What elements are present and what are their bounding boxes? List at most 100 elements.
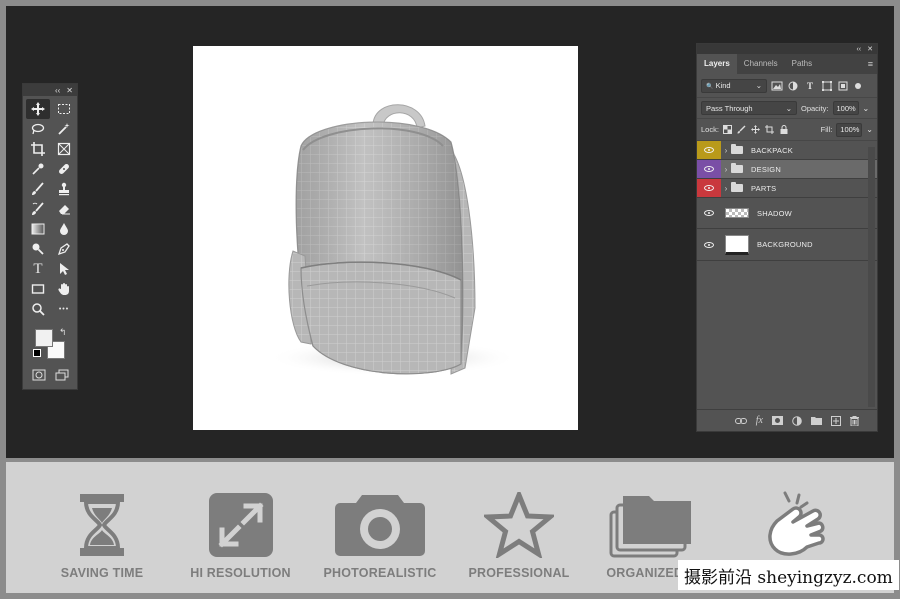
visibility-toggle[interactable] xyxy=(697,179,721,197)
type-filter-icon[interactable]: T xyxy=(803,80,817,92)
marquee-tool[interactable] xyxy=(52,99,76,119)
opacity-input[interactable]: 100% xyxy=(832,101,859,115)
document-canvas[interactable] xyxy=(193,46,578,430)
tab-layers[interactable]: Layers xyxy=(697,54,737,74)
tools-panel: ‹‹ ✕ T ••• ↰ xyxy=(22,83,78,390)
type-icon: T xyxy=(33,260,43,277)
fill-input[interactable]: 100% xyxy=(836,122,863,137)
chevron-down-icon[interactable]: ⌄ xyxy=(863,104,870,113)
eye-icon xyxy=(704,185,714,191)
crop-icon xyxy=(31,142,45,156)
trash-icon[interactable] xyxy=(850,415,859,426)
path-select-tool[interactable] xyxy=(52,259,76,279)
visibility-toggle[interactable] xyxy=(697,160,721,178)
lock-label: Lock: xyxy=(701,125,719,134)
quick-mask-icon[interactable] xyxy=(32,369,46,381)
lock-position-icon[interactable] xyxy=(750,125,760,134)
lock-transparent-icon[interactable] xyxy=(722,125,732,134)
gradient-icon xyxy=(31,223,45,235)
chevron-right-icon[interactable]: › xyxy=(721,184,731,193)
layer-row-backpack[interactable]: › BACKPACK xyxy=(697,141,877,160)
layer-row-parts[interactable]: › PARTS xyxy=(697,179,877,198)
adjustment-icon[interactable] xyxy=(792,415,802,426)
fx-icon[interactable]: fx xyxy=(756,415,763,426)
tab-channels[interactable]: Channels xyxy=(737,54,785,74)
magic-wand-icon xyxy=(58,123,70,135)
lock-pixels-icon[interactable] xyxy=(737,125,746,134)
lock-all-icon[interactable] xyxy=(780,125,788,134)
blur-tool[interactable] xyxy=(52,219,76,239)
brush-icon xyxy=(32,182,44,195)
visibility-toggle[interactable] xyxy=(697,198,721,228)
chevron-down-icon[interactable]: ⌄ xyxy=(866,125,873,134)
lasso-icon xyxy=(31,123,45,135)
frame-tool[interactable] xyxy=(52,139,76,159)
smart-object-filter-icon[interactable] xyxy=(837,81,849,91)
move-icon xyxy=(31,102,45,116)
layer-row-design[interactable]: › DESIGN xyxy=(697,160,877,179)
pen-tool[interactable] xyxy=(52,239,76,259)
hand-icon xyxy=(58,283,69,295)
history-brush-tool[interactable] xyxy=(26,199,50,219)
layers-footer: fx xyxy=(697,409,877,431)
eraser-tool[interactable] xyxy=(52,199,76,219)
eyedropper-tool[interactable] xyxy=(26,159,50,179)
stamp-tool[interactable] xyxy=(52,179,76,199)
collapse-icon[interactable]: ‹‹ xyxy=(55,86,60,95)
blend-mode-select[interactable]: Pass Through ⌄ xyxy=(701,101,797,115)
new-group-icon[interactable] xyxy=(811,416,822,425)
healing-tool[interactable] xyxy=(52,159,76,179)
pixel-filter-icon[interactable] xyxy=(771,81,783,91)
adjustment-filter-icon[interactable] xyxy=(787,81,799,91)
fill-value: 100% xyxy=(840,125,860,134)
more-tools[interactable]: ••• xyxy=(52,299,76,319)
link-icon[interactable] xyxy=(734,417,747,425)
backpack-image xyxy=(268,104,518,376)
filter-kind-select[interactable]: 🔍 Kind ⌄ xyxy=(701,78,767,93)
magic-wand-tool[interactable] xyxy=(52,119,76,139)
foreground-color-swatch[interactable] xyxy=(35,329,53,347)
swap-colors-icon[interactable]: ↰ xyxy=(59,327,67,338)
visibility-toggle[interactable] xyxy=(697,141,721,159)
layer-row-shadow[interactable]: SHADOW xyxy=(697,198,877,229)
visibility-toggle[interactable] xyxy=(697,229,721,260)
filter-toggle-icon[interactable] xyxy=(855,82,861,89)
rectangle-icon xyxy=(31,284,45,294)
chevron-down-icon: ⌄ xyxy=(785,103,792,113)
chevron-right-icon[interactable]: › xyxy=(721,146,731,155)
shape-filter-icon[interactable] xyxy=(821,80,833,91)
feature-label: SAVING TIME xyxy=(60,566,144,580)
zoom-tool[interactable] xyxy=(26,299,50,319)
close-icon[interactable]: ✕ xyxy=(867,45,873,53)
filter-kind-label: Kind xyxy=(715,81,731,90)
layers-scrollbar[interactable] xyxy=(868,147,875,407)
eraser-icon xyxy=(59,205,70,215)
screen-mode-icon[interactable] xyxy=(55,369,69,381)
hand-tool[interactable] xyxy=(52,279,76,299)
magnifier-icon xyxy=(32,303,45,316)
frame-icon xyxy=(57,142,71,156)
type-tool[interactable]: T xyxy=(26,259,50,279)
crop-tool[interactable] xyxy=(26,139,50,159)
feature-hi-resolution: HI RESOLUTION xyxy=(190,492,291,582)
chevron-right-icon[interactable]: › xyxy=(721,165,731,174)
brush-tool[interactable] xyxy=(26,179,50,199)
new-layer-icon[interactable] xyxy=(831,415,841,426)
lasso-tool[interactable] xyxy=(26,119,50,139)
eye-icon xyxy=(704,241,714,248)
shape-tool[interactable] xyxy=(26,279,50,299)
close-icon[interactable]: ✕ xyxy=(66,86,73,95)
tab-paths[interactable]: Paths xyxy=(785,54,819,74)
layer-row-background[interactable]: BACKGROUND xyxy=(697,229,877,261)
dodge-tool[interactable] xyxy=(26,239,50,259)
expand-icon xyxy=(208,493,273,557)
gradient-tool[interactable] xyxy=(26,219,50,239)
default-colors-icon[interactable] xyxy=(33,349,41,357)
lock-artboard-icon[interactable] xyxy=(764,125,775,134)
layers-panel: ‹‹ ✕ Layers Channels Paths ≡ 🔍 Kind ⌄ T … xyxy=(696,43,878,432)
panel-menu-icon[interactable]: ≡ xyxy=(868,59,873,69)
move-tool[interactable] xyxy=(26,99,50,119)
layer-name: SHADOW xyxy=(757,208,792,218)
mask-icon[interactable] xyxy=(772,416,783,425)
collapse-icon[interactable]: ‹‹ xyxy=(856,46,861,53)
